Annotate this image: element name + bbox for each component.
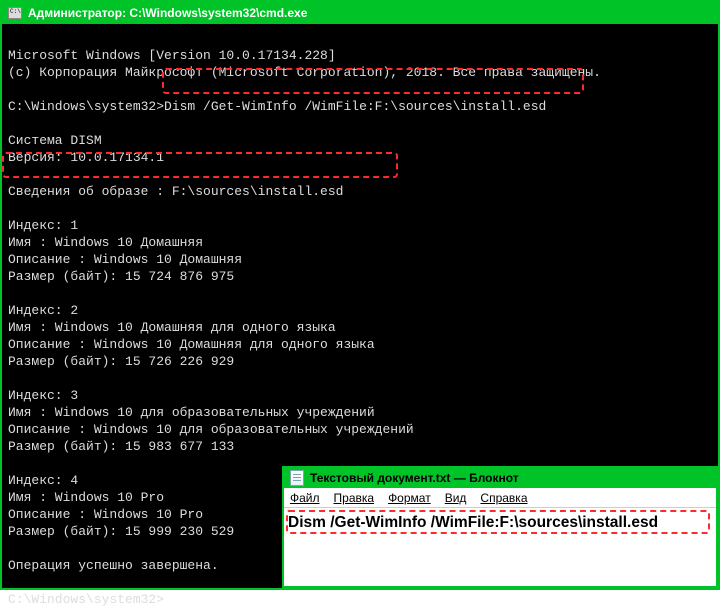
size-1: Размер (байт): 15 724 876 975 xyxy=(8,269,234,284)
image-info-header: Сведения об образе : F:\sources\install.… xyxy=(8,184,343,199)
desc-1: Описание : Windows 10 Домашняя xyxy=(8,252,242,267)
dism-system-line: Система DISM xyxy=(8,133,102,148)
operation-done: Операция успешно завершена. xyxy=(8,558,219,573)
notepad-window: Текстовый документ.txt — Блокнот Файл Пр… xyxy=(282,466,718,588)
name-3: Имя : Windows 10 для образовательных учр… xyxy=(8,405,375,420)
menu-file[interactable]: Файл xyxy=(290,491,320,505)
notepad-text: Dism /Get-WimInfo /WimFile:F:\sources\in… xyxy=(288,514,712,532)
index-2: Индекс: 2 xyxy=(8,303,78,318)
cmd-entered-command: Dism /Get-WimInfo /WimFile:F:\sources\in… xyxy=(164,98,546,115)
notepad-content-area[interactable]: Dism /Get-WimInfo /WimFile:F:\sources\in… xyxy=(284,508,716,536)
cmd-copyright-line: (c) Корпорация Майкрософт (Microsoft Cor… xyxy=(8,65,601,80)
menu-edit[interactable]: Правка xyxy=(334,491,375,505)
size-3: Размер (байт): 15 983 677 133 xyxy=(8,439,234,454)
cmd-app-icon xyxy=(8,7,22,19)
notepad-title: Текстовый документ.txt — Блокнот xyxy=(310,471,519,485)
index-4: Индекс: 4 xyxy=(8,473,78,488)
cmd-titlebar[interactable]: Администратор: C:\Windows\system32\cmd.e… xyxy=(2,2,718,24)
notepad-app-icon xyxy=(290,470,304,486)
cmd-title: Администратор: C:\Windows\system32\cmd.e… xyxy=(28,6,307,20)
desc-3: Описание : Windows 10 для образовательны… xyxy=(8,422,414,437)
menu-view[interactable]: Вид xyxy=(445,491,467,505)
menu-format[interactable]: Формат xyxy=(388,491,431,505)
desc-4: Описание : Windows 10 Pro xyxy=(8,507,203,522)
cmd-prompt-2: C:\Windows\system32> xyxy=(8,592,164,607)
size-2: Размер (байт): 15 726 226 929 xyxy=(8,354,234,369)
name-4: Имя : Windows 10 Pro xyxy=(8,490,164,505)
cmd-version-line: Microsoft Windows [Version 10.0.17134.22… xyxy=(8,48,336,63)
cmd-prompt-path: C:\Windows\system32> xyxy=(8,99,164,114)
desc-2: Описание : Windows 10 Домашняя для одног… xyxy=(8,337,375,352)
index-1: Индекс: 1 xyxy=(8,218,78,233)
notepad-titlebar[interactable]: Текстовый документ.txt — Блокнот xyxy=(284,468,716,488)
cmd-prompt-1: C:\Windows\system32>Dism /Get-WimInfo /W… xyxy=(8,99,546,114)
menu-help[interactable]: Справка xyxy=(480,491,527,505)
dism-version-line: Версия: 10.0.17134.1 xyxy=(8,150,164,165)
notepad-menubar: Файл Правка Формат Вид Справка xyxy=(284,488,716,508)
index-3: Индекс: 3 xyxy=(8,388,78,403)
name-2: Имя : Windows 10 Домашняя для одного язы… xyxy=(8,320,336,335)
size-4: Размер (байт): 15 999 230 529 xyxy=(8,524,234,539)
name-1: Имя : Windows 10 Домашняя xyxy=(8,235,203,250)
